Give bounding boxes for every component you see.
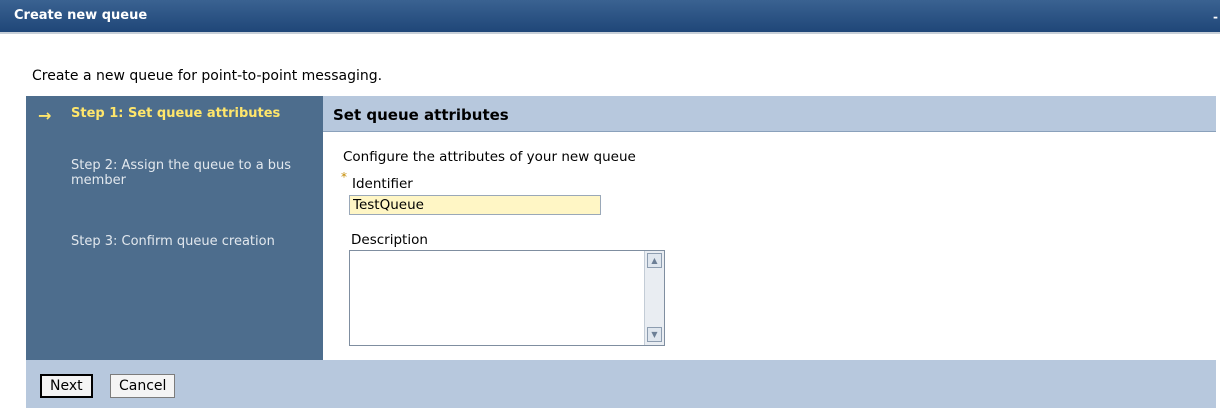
panel-header: Set queue attributes: [323, 96, 1216, 132]
panel-title: Set queue attributes: [333, 106, 509, 124]
step-1-set-attributes: Step 1: Set queue attributes: [71, 106, 281, 121]
wizard-steps-sidebar: → Step 1: Set queue attributes Step 2: A…: [26, 96, 323, 360]
next-button[interactable]: Next: [40, 374, 93, 398]
arrow-right-icon: →: [38, 106, 52, 125]
attributes-panel: Set queue attributes Configure the attri…: [323, 96, 1216, 360]
title-divider: [0, 32, 1220, 34]
description-scrollbar[interactable]: ▲ ▼: [644, 251, 664, 345]
panel-subtitle: Configure the attributes of your new que…: [343, 149, 636, 165]
scroll-up-icon[interactable]: ▲: [647, 253, 662, 268]
wizard-footer: Next Cancel: [26, 360, 1216, 408]
collapse-icon[interactable]: -: [1213, 10, 1218, 24]
window-titlebar: Create new queue -: [0, 0, 1220, 32]
description-textarea[interactable]: [350, 251, 644, 345]
description-field: ▲ ▼: [349, 250, 665, 346]
cancel-button[interactable]: Cancel: [110, 374, 176, 398]
identifier-label: Identifier: [352, 176, 413, 192]
intro-text: Create a new queue for point-to-point me…: [32, 68, 383, 84]
step-2-assign-bus-member: Step 2: Assign the queue to a bus member: [71, 158, 292, 188]
step-3-confirm-creation: Step 3: Confirm queue creation: [71, 234, 275, 249]
description-label: Description: [351, 232, 428, 248]
required-field-icon: *: [341, 170, 347, 184]
scroll-down-icon[interactable]: ▼: [647, 327, 662, 342]
wizard: → Step 1: Set queue attributes Step 2: A…: [26, 96, 1216, 408]
window-title: Create new queue: [14, 8, 148, 23]
identifier-input[interactable]: [349, 195, 601, 215]
